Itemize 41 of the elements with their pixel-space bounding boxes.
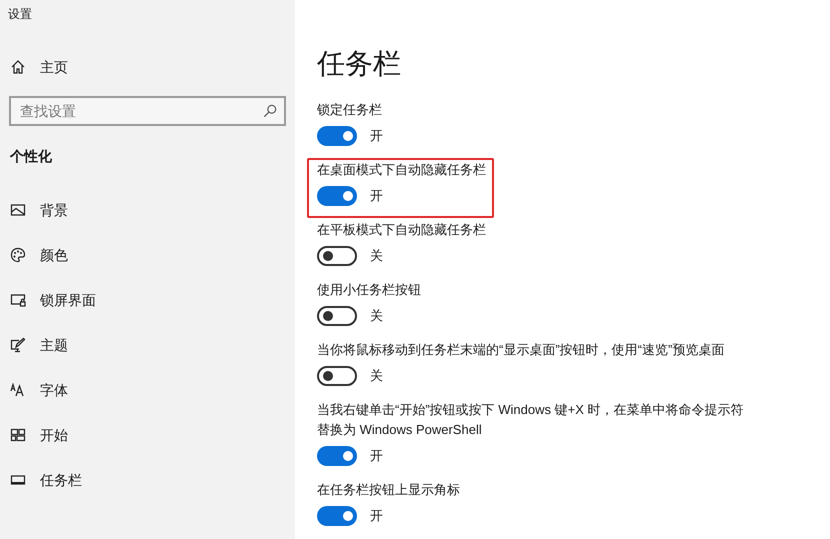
setting-label: 在任务栏按钮上显示角标 bbox=[317, 481, 460, 499]
lock-screen-icon bbox=[10, 292, 26, 308]
sidebar-item[interactable]: 颜色 bbox=[0, 245, 68, 265]
page-title: 任务栏 bbox=[317, 47, 401, 81]
toggle-switch[interactable] bbox=[317, 366, 357, 386]
picture-icon bbox=[10, 202, 26, 218]
setting-label: 使用小任务栏按钮 bbox=[317, 281, 421, 299]
toggle-switch[interactable] bbox=[317, 246, 357, 266]
toggle-switch[interactable] bbox=[317, 506, 357, 526]
tiles-icon bbox=[10, 427, 26, 443]
setting-label: 在桌面模式下自动隐藏任务栏 bbox=[317, 161, 486, 179]
toggle-state-text: 开 bbox=[370, 127, 383, 146]
toggle-switch[interactable] bbox=[317, 446, 357, 466]
palette-icon bbox=[10, 247, 26, 263]
home-nav-item[interactable]: 主页 bbox=[0, 57, 68, 77]
setting-label: 锁定任务栏 bbox=[317, 101, 383, 119]
sidebar-item[interactable]: 主题 bbox=[0, 335, 68, 355]
toggle-state-text: 关 bbox=[370, 367, 383, 386]
toggle-state-text: 开 bbox=[370, 187, 383, 206]
toggle-state-text: 关 bbox=[370, 307, 383, 326]
section-heading: 个性化 bbox=[8, 147, 52, 166]
setting-label: 当你将鼠标移动到任务栏末端的“显示桌面”按钮时，使用“速览”预览桌面 bbox=[317, 341, 724, 359]
sidebar-item[interactable]: 任务栏 bbox=[0, 470, 82, 490]
setting-label: 当我右键单击“开始”按钮或按下 Windows 键+X 时，在菜单中将命令提示符替换为 Windows PowerShell bbox=[317, 401, 744, 439]
search-icon[interactable] bbox=[263, 104, 277, 118]
sidebar-item[interactable]: 开始 bbox=[0, 425, 68, 445]
toggle-switch[interactable] bbox=[317, 186, 357, 206]
search-field[interactable]: 查找设置 bbox=[9, 96, 286, 126]
toggle-state-text: 关 bbox=[370, 247, 383, 266]
font-icon bbox=[10, 382, 26, 398]
setting-label: 在平板模式下自动隐藏任务栏 bbox=[317, 221, 486, 239]
window-title: 设置 bbox=[7, 6, 33, 20]
toggle-state-text: 开 bbox=[370, 447, 383, 466]
sidebar-item[interactable]: 锁屏界面 bbox=[0, 290, 96, 310]
pen-monitor-icon bbox=[10, 337, 26, 353]
toggle-switch[interactable] bbox=[317, 126, 357, 146]
sidebar-item[interactable]: 字体 bbox=[0, 380, 68, 400]
toggle-switch[interactable] bbox=[317, 306, 357, 326]
home-icon bbox=[10, 59, 26, 75]
sidebar-item[interactable]: 背景 bbox=[0, 200, 68, 220]
toggle-state-text: 开 bbox=[370, 507, 383, 526]
